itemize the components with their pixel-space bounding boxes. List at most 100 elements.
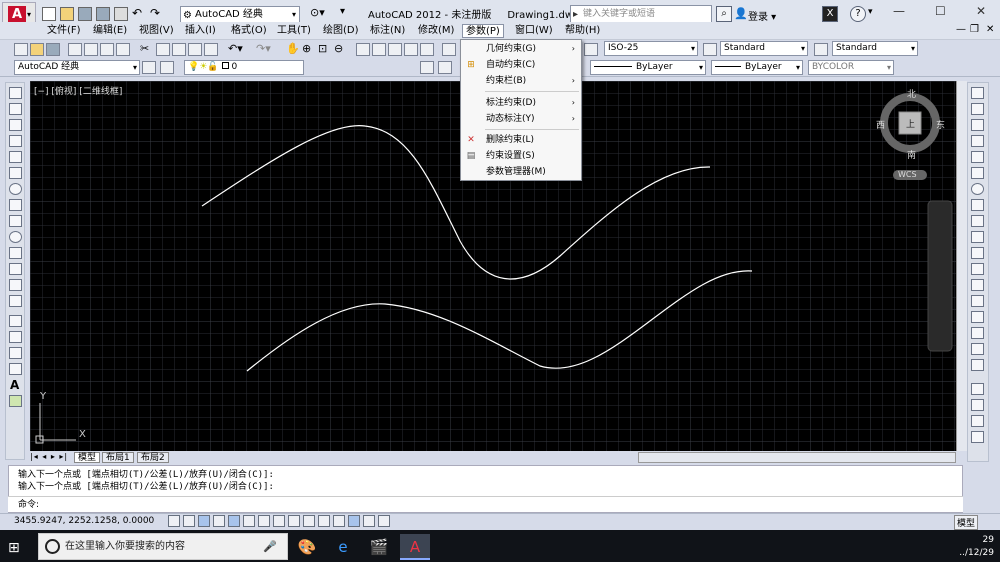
plot-icon[interactable]: [68, 43, 82, 56]
tab-layout2[interactable]: 布局2: [137, 452, 169, 463]
search-icon[interactable]: ⌕: [716, 6, 732, 22]
chamfer-icon[interactable]: [971, 311, 984, 323]
navigation-bar[interactable]: [927, 200, 953, 352]
zoom-window-icon[interactable]: ⊡: [318, 42, 327, 55]
extend-icon[interactable]: [971, 247, 984, 259]
table-icon[interactable]: [9, 363, 22, 375]
ellipse-arc-icon[interactable]: [9, 247, 22, 259]
menu-item-geometric-constraints[interactable]: 几何约束(G) ›: [461, 41, 581, 57]
menu-edit[interactable]: 编辑(E): [90, 24, 130, 38]
compass-east[interactable]: 东: [936, 118, 945, 131]
scale-icon[interactable]: [971, 199, 984, 211]
tool-palettes-icon[interactable]: [388, 43, 402, 56]
polyline-icon[interactable]: [9, 119, 22, 131]
draworder-back-icon[interactable]: [971, 399, 984, 411]
menu-modify[interactable]: 修改(M): [415, 24, 457, 38]
autocad-taskbar-icon[interactable]: A: [400, 534, 430, 560]
join-icon[interactable]: [971, 295, 984, 307]
taskbar-search-input[interactable]: 在这里输入你要搜索的内容 🎤: [38, 533, 288, 560]
grid-display-toggle[interactable]: [198, 515, 210, 527]
workspace-settings-icon[interactable]: ⊙▾: [310, 6, 325, 19]
blend-curves-icon[interactable]: [971, 343, 984, 355]
menu-item-auto-constrain[interactable]: ⊞ 自动约束(C): [461, 57, 581, 73]
exchange-icon[interactable]: X: [822, 6, 838, 22]
menu-item-constraint-bars[interactable]: 约束栏(B) ›: [461, 73, 581, 89]
array-icon[interactable]: [971, 151, 984, 163]
horizontal-scrollbar[interactable]: [638, 452, 956, 463]
compass-north[interactable]: 北: [907, 87, 916, 100]
match-properties-icon[interactable]: [188, 43, 202, 56]
login-button[interactable]: 登录 ▾: [748, 8, 776, 23]
workspace-settings-icon[interactable]: [142, 61, 156, 74]
block-editor-icon[interactable]: [204, 43, 218, 56]
object-snap-tracking-toggle[interactable]: [273, 515, 285, 527]
erase-icon[interactable]: [971, 87, 984, 99]
microphone-icon[interactable]: 🎤: [263, 534, 277, 559]
menu-insert[interactable]: 插入(I): [182, 24, 219, 38]
menu-window[interactable]: 窗口(W): [512, 24, 556, 38]
help-dropdown-icon[interactable]: ▾: [868, 7, 873, 17]
layer-properties-icon[interactable]: [160, 61, 174, 74]
menu-file[interactable]: 文件(F): [44, 24, 84, 38]
save-icon[interactable]: [78, 7, 92, 21]
copy-object-icon[interactable]: [971, 103, 984, 115]
workspace-toolbar-select[interactable]: AutoCAD 经典 ▾: [14, 60, 140, 75]
hatch-icon[interactable]: [9, 315, 22, 327]
menu-item-delete-constraints[interactable]: ✕ 删除约束(L): [461, 132, 581, 148]
construction-line-icon[interactable]: [9, 103, 22, 115]
zoom-previous-icon[interactable]: ⊖: [334, 42, 343, 55]
menu-format[interactable]: 格式(O): [228, 24, 270, 38]
add-selected-icon[interactable]: [9, 395, 22, 407]
polar-tracking-toggle[interactable]: [228, 515, 240, 527]
save-as-icon[interactable]: [96, 7, 110, 21]
compass-south[interactable]: 南: [907, 148, 916, 161]
layer-select[interactable]: 💡☀🔓 0: [184, 60, 304, 75]
make-current-icon[interactable]: [420, 61, 434, 74]
selection-cycling-toggle[interactable]: [363, 515, 375, 527]
plotstyle-select[interactable]: BYCOLOR ▾: [808, 60, 894, 75]
open-icon[interactable]: [30, 43, 44, 56]
cut-icon[interactable]: ✂: [140, 42, 149, 55]
copy-icon[interactable]: [156, 43, 170, 56]
publish-icon[interactable]: [100, 43, 114, 56]
lineweight-select[interactable]: ByLayer ▾: [711, 60, 803, 75]
move-icon[interactable]: [971, 167, 984, 179]
ellipse-icon[interactable]: [9, 231, 22, 243]
calculator-icon[interactable]: [442, 43, 456, 56]
close-button[interactable]: ✕: [976, 4, 986, 18]
doc-close-button[interactable]: ✕: [986, 24, 994, 35]
3d-print-icon[interactable]: [116, 43, 130, 56]
rectangle-icon[interactable]: [9, 151, 22, 163]
paint-app-icon[interactable]: 🎨: [292, 534, 322, 560]
new-icon[interactable]: [14, 43, 28, 56]
menu-draw[interactable]: 绘图(D): [320, 24, 362, 38]
point-icon[interactable]: [9, 295, 22, 307]
menu-view[interactable]: 视图(V): [136, 24, 177, 38]
properties-icon[interactable]: [356, 43, 370, 56]
print-icon[interactable]: [114, 7, 128, 21]
workspace-select[interactable]: ⚙ AutoCAD 经典 ▾: [180, 6, 300, 23]
redo-icon[interactable]: ↷: [150, 6, 160, 20]
undo-icon[interactable]: ↶▾: [228, 42, 243, 55]
windows-start-icon[interactable]: ⊞: [8, 540, 20, 556]
command-input[interactable]: 命令:: [8, 496, 963, 512]
annotation-monitor-toggle[interactable]: [378, 515, 390, 527]
redo-icon[interactable]: ↷▾: [256, 42, 271, 55]
menu-item-dimensional-constraints[interactable]: 标注约束(D) ›: [461, 95, 581, 111]
taskbar-clock[interactable]: 29 ../12/29: [952, 534, 994, 560]
dimstyle-select[interactable]: ISO-25 ▾: [604, 41, 698, 56]
markup-icon[interactable]: [420, 43, 434, 56]
region-icon[interactable]: [9, 347, 22, 359]
dimstyle-icon[interactable]: [584, 43, 598, 56]
textstyle-select[interactable]: Standard ▾: [720, 41, 808, 56]
qat-dropdown-icon[interactable]: ▾: [340, 6, 345, 17]
lineweight-toggle[interactable]: [318, 515, 330, 527]
tablestyle-icon[interactable]: [814, 43, 828, 56]
transparency-toggle[interactable]: [333, 515, 345, 527]
quick-properties-toggle[interactable]: [348, 515, 360, 527]
wcs-label[interactable]: WCS: [898, 170, 917, 179]
layer-previous-icon[interactable]: [438, 61, 452, 74]
gradient-icon[interactable]: [9, 331, 22, 343]
paste-icon[interactable]: [172, 43, 186, 56]
ortho-mode-toggle[interactable]: [213, 515, 225, 527]
